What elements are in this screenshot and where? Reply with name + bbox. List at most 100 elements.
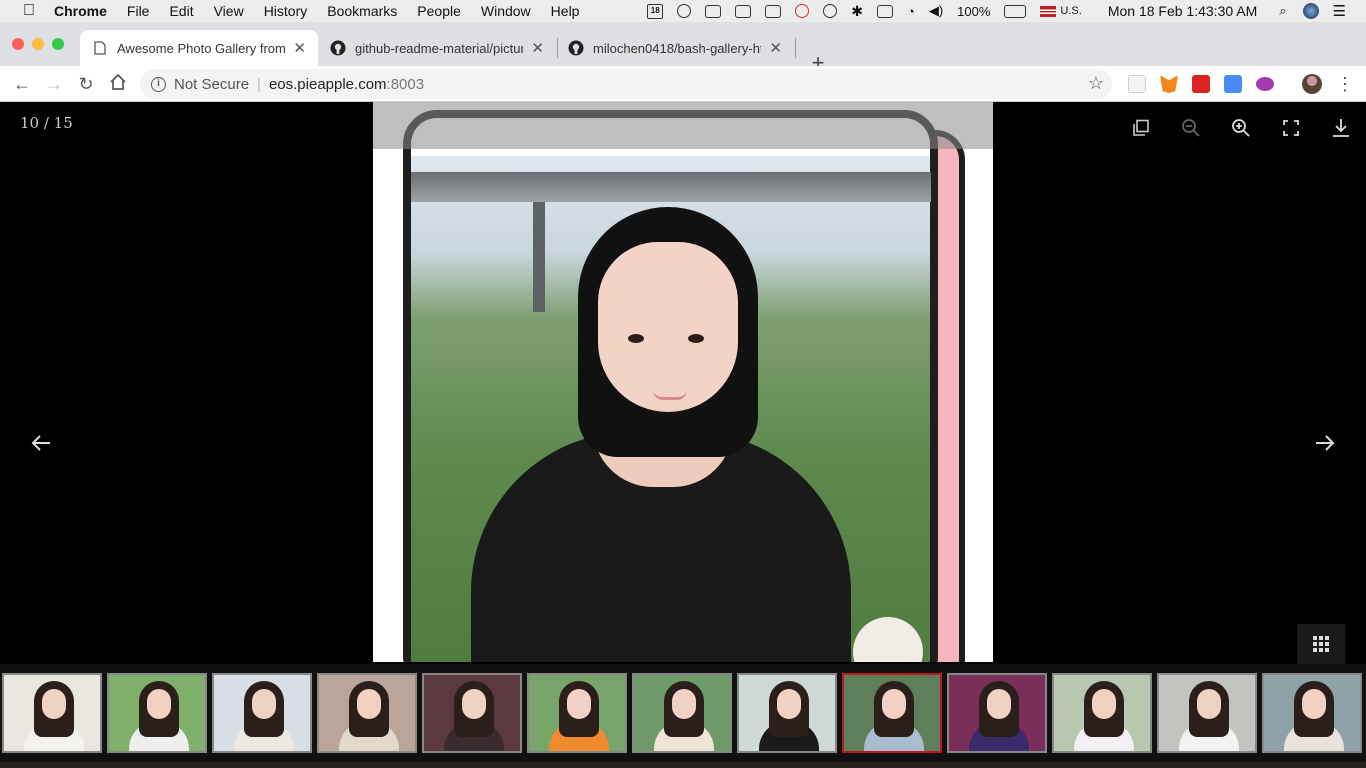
volume-icon[interactable]: ◀) [929, 3, 943, 19]
extension-purple-icon[interactable] [1256, 77, 1274, 91]
status-grid-icon[interactable] [765, 4, 782, 18]
wifi-icon[interactable]: ◔ [907, 4, 915, 19]
scene-awning [411, 172, 931, 202]
thumbnails-toggle-button[interactable] [1297, 624, 1345, 664]
thumbnail[interactable] [737, 673, 837, 753]
back-arrow-icon[interactable]: ← [11, 73, 33, 95]
minimize-window-button[interactable] [32, 38, 44, 50]
tab-gallery[interactable]: Awesome Photo Gallery from G ✕ [80, 30, 318, 66]
menu-file[interactable]: File [127, 3, 150, 19]
thumbnail[interactable] [947, 673, 1047, 753]
next-arrow-icon[interactable] [1310, 428, 1340, 458]
thumbnail-face [987, 689, 1011, 719]
main-photo[interactable] [373, 102, 993, 662]
thumbnail[interactable] [842, 673, 942, 753]
keyboard-icon[interactable] [876, 4, 893, 18]
browser-toolbar: ← → ↻ i Not Secure | eos.pieapple.com :8… [0, 66, 1366, 102]
thumbnail-face [1197, 689, 1221, 719]
page-icon [92, 40, 108, 56]
subject-eye [688, 334, 704, 343]
bluetooth-icon[interactable]: ✱ [851, 3, 863, 20]
menu-bookmarks[interactable]: Bookmarks [327, 3, 397, 19]
security-label[interactable]: Not Secure [174, 76, 249, 93]
us-flag-icon [1040, 5, 1057, 17]
zoom-in-icon[interactable] [1229, 116, 1253, 140]
subject-eye [628, 334, 644, 343]
address-bar[interactable]: i Not Secure | eos.pieapple.com :8003 ☆ [140, 69, 1112, 99]
thumbnail-face [882, 689, 906, 719]
metamask-fox-icon[interactable] [1160, 75, 1178, 93]
thumbnail-face [567, 689, 591, 719]
battery-icon[interactable] [1004, 4, 1027, 18]
thumbnail[interactable] [422, 673, 522, 753]
thumbnail[interactable] [107, 673, 207, 753]
chrome-menu-icon[interactable]: ⋮ [1334, 73, 1356, 95]
menu-edit[interactable]: Edit [169, 3, 193, 19]
menu-help[interactable]: Help [551, 3, 580, 19]
menu-history[interactable]: History [264, 3, 308, 19]
maximize-window-button[interactable] [52, 38, 64, 50]
tab-title: milochen0418/bash-gallery-htt [593, 40, 762, 56]
thumbnail[interactable] [1157, 673, 1257, 753]
desktop-edge [0, 762, 1366, 768]
tab-title: github-readme-material/pictur [355, 40, 524, 56]
menu-window[interactable]: Window [481, 3, 531, 19]
menu-app-name[interactable]: Chrome [54, 3, 107, 19]
extension-red-icon[interactable] [1192, 75, 1210, 93]
siri-icon[interactable] [1302, 3, 1319, 19]
close-tab-icon[interactable]: ✕ [293, 39, 306, 57]
thumbnail[interactable] [1052, 673, 1152, 753]
thumbnail[interactable] [2, 673, 102, 753]
thumbnail-face [1092, 689, 1116, 719]
bookmark-star-icon[interactable]: ☆ [1088, 73, 1104, 94]
thumbnail[interactable] [1262, 673, 1362, 753]
thumbnail-strip [0, 664, 1366, 768]
status-monitor-icon[interactable] [705, 4, 722, 18]
info-icon[interactable]: i [151, 76, 166, 92]
time-machine-icon[interactable] [823, 4, 838, 18]
thumbnail-face [357, 689, 381, 719]
extension-blank-icon[interactable] [1128, 75, 1146, 93]
thumbnail[interactable] [317, 673, 417, 753]
zoom-out-icon[interactable] [1179, 116, 1203, 140]
tab-title: Awesome Photo Gallery from G [117, 40, 286, 56]
home-icon[interactable] [107, 73, 129, 95]
status-alert-icon[interactable] [795, 4, 810, 18]
tab-github-readme[interactable]: github-readme-material/pictur ✕ [318, 30, 556, 66]
battery-percent[interactable]: 100% [957, 4, 990, 19]
apple-menu-icon[interactable]:  [18, 2, 40, 20]
subject-face [598, 242, 738, 412]
previous-arrow-icon[interactable] [26, 428, 56, 458]
menu-view[interactable]: View [214, 3, 244, 19]
fullscreen-icon[interactable] [1279, 116, 1303, 140]
scene-post [533, 202, 545, 312]
window-controls [12, 38, 72, 50]
thumbnail-face [672, 689, 696, 719]
copy-icon[interactable] [1129, 116, 1153, 140]
thumbnail[interactable] [632, 673, 732, 753]
close-tab-icon[interactable]: ✕ [531, 39, 544, 57]
profile-avatar[interactable] [1302, 74, 1322, 94]
google-translate-icon[interactable] [1224, 75, 1242, 93]
thumbnail-face [147, 689, 171, 719]
menu-people[interactable]: People [417, 3, 461, 19]
status-app-icon[interactable] [677, 4, 692, 18]
close-window-button[interactable] [12, 38, 24, 50]
tab-bash-gallery[interactable]: milochen0418/bash-gallery-htt ✕ [556, 30, 794, 66]
url-host: eos.pieapple.com [268, 75, 387, 93]
download-icon[interactable] [1329, 116, 1353, 140]
spotlight-search-icon[interactable]: ⌕ [1279, 3, 1286, 19]
thumbnail-face [462, 689, 486, 719]
thumbnail[interactable] [527, 673, 627, 753]
notification-center-icon[interactable]: ☰ [1333, 2, 1346, 20]
reload-icon[interactable]: ↻ [75, 73, 97, 95]
close-tab-icon[interactable]: ✕ [769, 39, 782, 57]
thumbnail[interactable] [212, 673, 312, 753]
url-port: :8003 [386, 75, 425, 93]
calendar-icon[interactable]: 18 [647, 3, 664, 19]
input-source[interactable]: U.S. [1040, 5, 1082, 17]
forward-arrow-icon[interactable]: → [43, 73, 65, 95]
clock[interactable]: Mon 18 Feb 1:43:30 AM [1108, 3, 1257, 19]
tab-strip: Awesome Photo Gallery from G ✕ github-re… [0, 22, 1366, 74]
status-network-icon[interactable] [735, 4, 752, 18]
